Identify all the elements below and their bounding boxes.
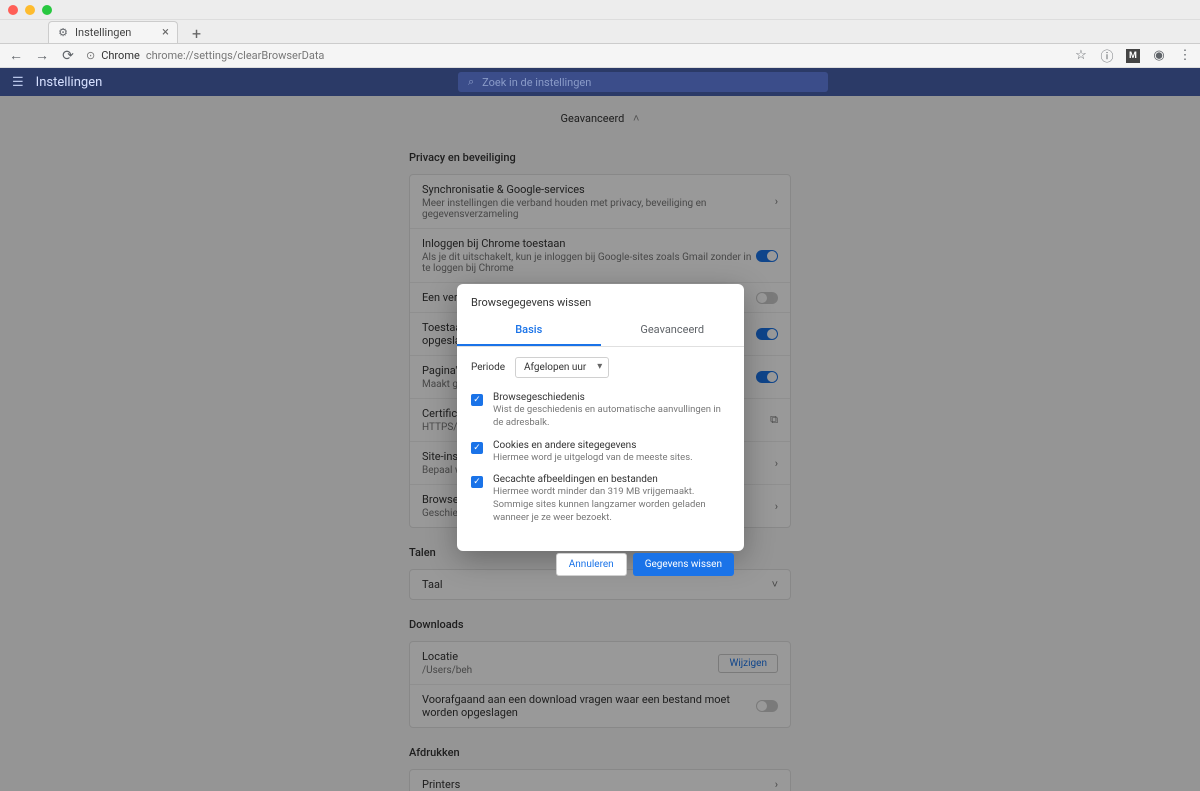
profile-icon[interactable]: ◉ — [1152, 49, 1166, 63]
page-title: Instellingen — [36, 75, 103, 90]
forward-button[interactable]: → — [34, 47, 50, 64]
dialog-title: Browsegegevens wissen — [457, 284, 744, 315]
tab-title: Instellingen — [75, 26, 131, 39]
close-icon[interactable]: × — [162, 25, 169, 40]
hamburger-icon[interactable]: ☰ — [12, 75, 24, 90]
lock-icon: ⊙ — [86, 49, 95, 62]
settings-header: ☰ Instellingen ⌕ — [0, 68, 1200, 96]
gear-icon: ⚙ — [57, 27, 69, 39]
info-icon[interactable]: ⓘ — [1100, 49, 1114, 63]
back-button[interactable]: ← — [8, 47, 24, 64]
check-row: ✓ Gecachte afbeeldingen en bestanden Hie… — [471, 474, 730, 524]
star-icon[interactable]: ☆ — [1074, 49, 1088, 63]
clear-data-dialog: Browsegegevens wissen Basis Geavanceerd … — [457, 284, 744, 551]
period-select[interactable]: Afgelopen uur — [515, 357, 609, 378]
check-row: ✓ Cookies en andere sitegegevens Hiermee… — [471, 440, 730, 465]
tab-bar: ⚙ Instellingen × + — [0, 20, 1200, 44]
url-path: chrome://settings/clearBrowserData — [146, 49, 325, 62]
extension-badge[interactable]: M — [1126, 49, 1140, 63]
reload-button[interactable]: ⟳ — [60, 48, 76, 64]
checkbox-cookies[interactable]: ✓ — [471, 442, 483, 454]
checkbox-history[interactable]: ✓ — [471, 394, 483, 406]
search-input[interactable] — [482, 76, 818, 89]
window-maximize[interactable] — [42, 5, 52, 15]
menu-icon[interactable]: ⋮ — [1178, 49, 1192, 63]
address-bar: ← → ⟳ ⊙ Chrome chrome://settings/clearBr… — [0, 44, 1200, 68]
period-label: Periode — [471, 362, 505, 373]
dialog-tabs: Basis Geavanceerd — [457, 315, 744, 347]
url-origin: Chrome — [101, 49, 140, 62]
window-titlebar — [0, 0, 1200, 20]
tab-basic[interactable]: Basis — [457, 315, 601, 346]
clear-data-button[interactable]: Gegevens wissen — [633, 553, 734, 576]
search-icon: ⌕ — [468, 75, 474, 89]
url-field[interactable]: ⊙ Chrome chrome://settings/clearBrowserD… — [86, 49, 1064, 62]
cancel-button[interactable]: Annuleren — [556, 553, 627, 576]
window-minimize[interactable] — [25, 5, 35, 15]
new-tab-button[interactable]: + — [186, 24, 207, 43]
browser-tab[interactable]: ⚙ Instellingen × — [48, 21, 178, 43]
tab-advanced[interactable]: Geavanceerd — [601, 315, 745, 346]
window-close[interactable] — [8, 5, 18, 15]
settings-search[interactable]: ⌕ — [458, 72, 828, 92]
checkbox-cache[interactable]: ✓ — [471, 476, 483, 488]
check-row: ✓ Browsegeschiedenis Wist de geschiedeni… — [471, 392, 730, 430]
